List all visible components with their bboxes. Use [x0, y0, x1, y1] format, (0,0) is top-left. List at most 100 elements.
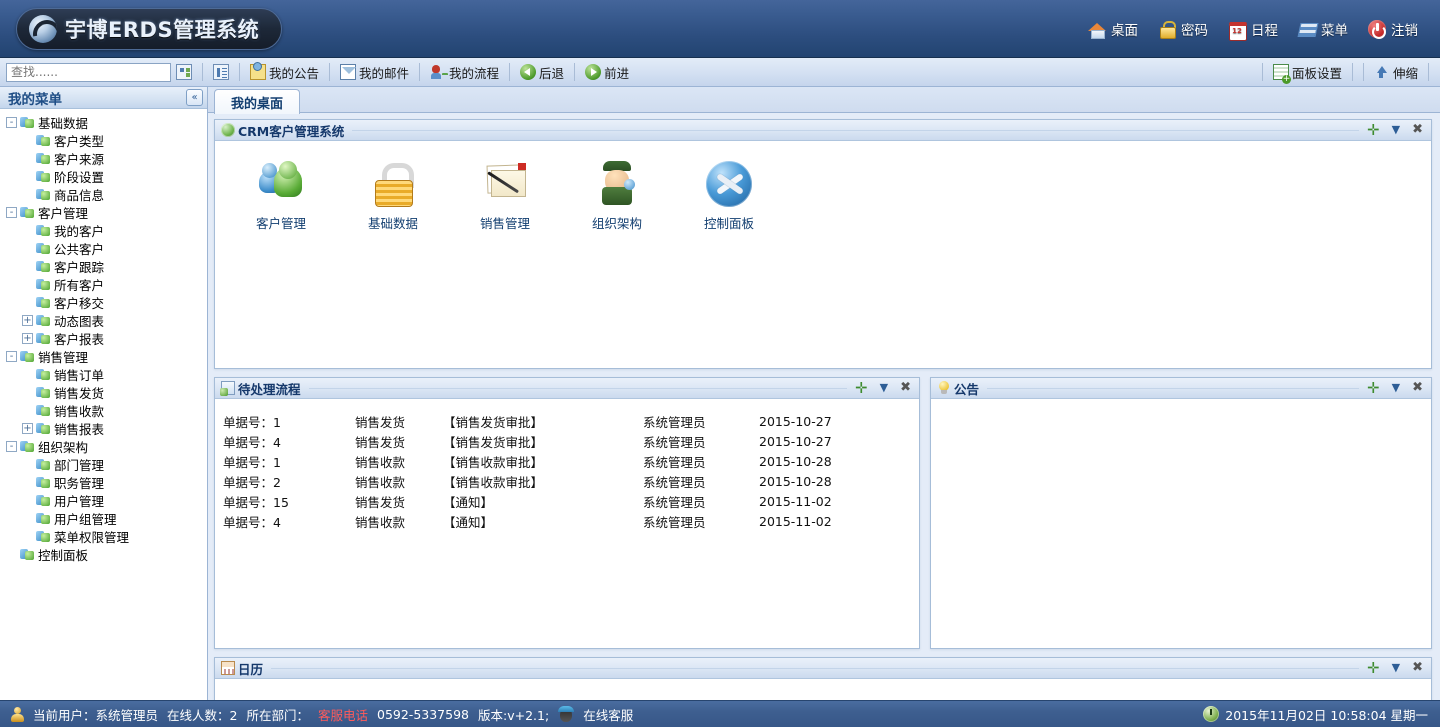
sidebar-item[interactable]: 控制面板 [0, 545, 207, 563]
sidebar-item[interactable]: - 基础数据 [0, 113, 207, 131]
sidebar-item[interactable]: 部门管理 [0, 455, 207, 473]
sidebar-item[interactable]: 销售发货 [0, 383, 207, 401]
flow-cell-no: 单据号：1 [223, 414, 281, 430]
expand-icon[interactable]: + [22, 422, 33, 434]
panel-close-button[interactable]: ✖ [1412, 661, 1423, 674]
sidebar-collapse-button[interactable]: « [186, 89, 203, 106]
topnav-item-desktop[interactable]: 桌面 [1080, 15, 1146, 43]
sidebar-item[interactable]: 所有客户 [0, 275, 207, 293]
flow-cell-step: 【销售收款审批】 [443, 454, 544, 470]
panel-crm-title: CRM客户管理系统 [238, 123, 345, 139]
calendar-desk-icon [221, 661, 235, 675]
sidebar-item[interactable]: - 组织架构 [0, 437, 207, 455]
panel-close-button[interactable]: ✖ [1412, 381, 1423, 394]
collapse-expand-button[interactable]: 伸缩 [1369, 61, 1423, 83]
calendar-icon [1228, 20, 1247, 41]
my-flow-button[interactable]: 我的流程 [425, 61, 504, 83]
expand-icon[interactable]: + [22, 332, 33, 344]
flow-cell-no: 单据号：4 [223, 514, 281, 530]
panel-add-button[interactable]: ✛ [1367, 123, 1380, 138]
sidebar-item[interactable]: 销售收款 [0, 401, 207, 419]
app-tile-customer-management[interactable]: 客户管理 [225, 157, 337, 232]
topnav-item-schedule[interactable]: 日程 [1220, 15, 1286, 43]
app-logo[interactable]: 宇博ERDS管理系统 [16, 8, 283, 50]
sidebar-item[interactable]: 销售订单 [0, 365, 207, 383]
tree-view-button[interactable] [171, 61, 197, 83]
forward-button[interactable]: 前进 [580, 61, 634, 83]
back-label: 后退 [539, 65, 565, 81]
menu-node-icon [36, 475, 50, 489]
sidebar-item[interactable]: 客户来源 [0, 149, 207, 167]
panel-settings-button[interactable]: 面板设置 [1268, 61, 1347, 84]
flow-row[interactable]: 单据号：1 销售发货 【销售发货审批】 系统管理员 2015-10-27 [215, 411, 919, 431]
sidebar-item[interactable]: 公共客户 [0, 239, 207, 257]
app-tile-control-panel[interactable]: 控制面板 [673, 157, 785, 232]
app-tile-organization[interactable]: 组织架构 [561, 157, 673, 232]
expand-icon[interactable]: + [22, 314, 33, 326]
sidebar-item[interactable]: 商品信息 [0, 185, 207, 203]
panel-minimize-button[interactable]: ▼ [1392, 124, 1400, 136]
panel-notice-title: 公告 [954, 381, 980, 397]
sidebar-item[interactable]: 阶段设置 [0, 167, 207, 185]
topnav-item-logout[interactable]: 注销 [1360, 15, 1426, 43]
flow-row[interactable]: 单据号：2 销售收款 【销售收款审批】 系统管理员 2015-10-28 [215, 471, 919, 491]
app-header: 宇博ERDS管理系统 桌面 密码 日程 菜单 注销 [0, 0, 1440, 58]
flow-row[interactable]: 单据号：4 销售收款 【通知】 系统管理员 2015-11-02 [215, 511, 919, 531]
sidebar-item[interactable]: 客户类型 [0, 131, 207, 149]
collapse-icon[interactable]: - [6, 350, 17, 362]
menu-node-icon [36, 133, 50, 147]
panel-add-button[interactable]: ✛ [1367, 661, 1380, 676]
my-mail-button[interactable]: 我的邮件 [335, 61, 414, 83]
sidebar-item[interactable]: 用户管理 [0, 491, 207, 509]
qq-icon[interactable] [558, 705, 575, 723]
lock-icon [370, 161, 416, 207]
flow-row[interactable]: 单据号：1 销售收款 【销售收款审批】 系统管理员 2015-10-28 [215, 451, 919, 471]
sidebar-item[interactable]: 菜单权限管理 [0, 527, 207, 545]
flow-row[interactable]: 单据号：15 销售发货 【通知】 系统管理员 2015-11-02 [215, 491, 919, 511]
toolbar-separator [574, 63, 576, 81]
toolbar-separator [509, 63, 511, 81]
sidebar-item[interactable]: + 客户报表 [0, 329, 207, 347]
panel-add-button[interactable]: ✛ [1367, 381, 1380, 396]
topnav-item-password[interactable]: 密码 [1150, 15, 1216, 43]
panel-minimize-button[interactable]: ▼ [1392, 662, 1400, 674]
sidebar-item[interactable]: 我的客户 [0, 221, 207, 239]
sidebar-item[interactable]: 用户组管理 [0, 509, 207, 527]
my-notices-button[interactable]: 我的公告 [245, 61, 324, 83]
home-icon [1088, 20, 1106, 39]
panel-close-button[interactable]: ✖ [900, 381, 911, 394]
back-icon [520, 64, 537, 80]
app-tile-sales-management[interactable]: 销售管理 [449, 157, 561, 232]
app-tile-basic-data[interactable]: 基础数据 [337, 157, 449, 232]
tab-my-desktop[interactable]: 我的桌面 [214, 89, 301, 114]
sidebar-item[interactable]: 客户移交 [0, 293, 207, 311]
collapse-icon[interactable]: - [6, 440, 17, 452]
topnav-item-menu[interactable]: 菜单 [1290, 15, 1356, 43]
flow-row[interactable]: 单据号：4 销售发货 【销售发货审批】 系统管理员 2015-10-27 [215, 431, 919, 451]
main-content: 我的桌面 CRM客户管理系统 ✛ ▼ ✖ 客户管理 基础数据 销售管理 组织架构… [208, 87, 1440, 717]
toolbar-separator [202, 63, 203, 81]
panel-minimize-button[interactable]: ▼ [1392, 382, 1400, 394]
forward-icon [585, 64, 602, 80]
panel-crm-header: CRM客户管理系统 ✛ ▼ ✖ [215, 120, 1431, 141]
list-view-button[interactable] [208, 61, 234, 83]
panel-add-button[interactable]: ✛ [855, 381, 868, 396]
sidebar-item-label: 客户报表 [54, 331, 105, 347]
sidebar-item[interactable]: + 销售报表 [0, 419, 207, 437]
sidebar-item[interactable]: + 动态图表 [0, 311, 207, 329]
panel-minimize-button[interactable]: ▼ [880, 382, 888, 394]
collapse-icon[interactable]: - [6, 206, 17, 218]
menu-node-icon [36, 385, 50, 399]
collapse-icon[interactable]: - [6, 116, 17, 128]
sidebar-item[interactable]: 职务管理 [0, 473, 207, 491]
top-navigation: 桌面 密码 日程 菜单 注销 [1080, 0, 1426, 58]
status-online-support[interactable]: 在线客服 [583, 705, 633, 724]
sidebar-item[interactable]: 客户跟踪 [0, 257, 207, 275]
sidebar-item[interactable]: - 销售管理 [0, 347, 207, 365]
sidebar-item[interactable]: - 客户管理 [0, 203, 207, 221]
search-input[interactable] [6, 62, 171, 82]
back-button[interactable]: 后退 [515, 61, 569, 83]
status-right-group: 2015年11月02日 10:58:04 星期一 [1203, 705, 1440, 724]
sidebar-item-label: 所有客户 [54, 277, 105, 293]
panel-close-button[interactable]: ✖ [1412, 123, 1423, 136]
